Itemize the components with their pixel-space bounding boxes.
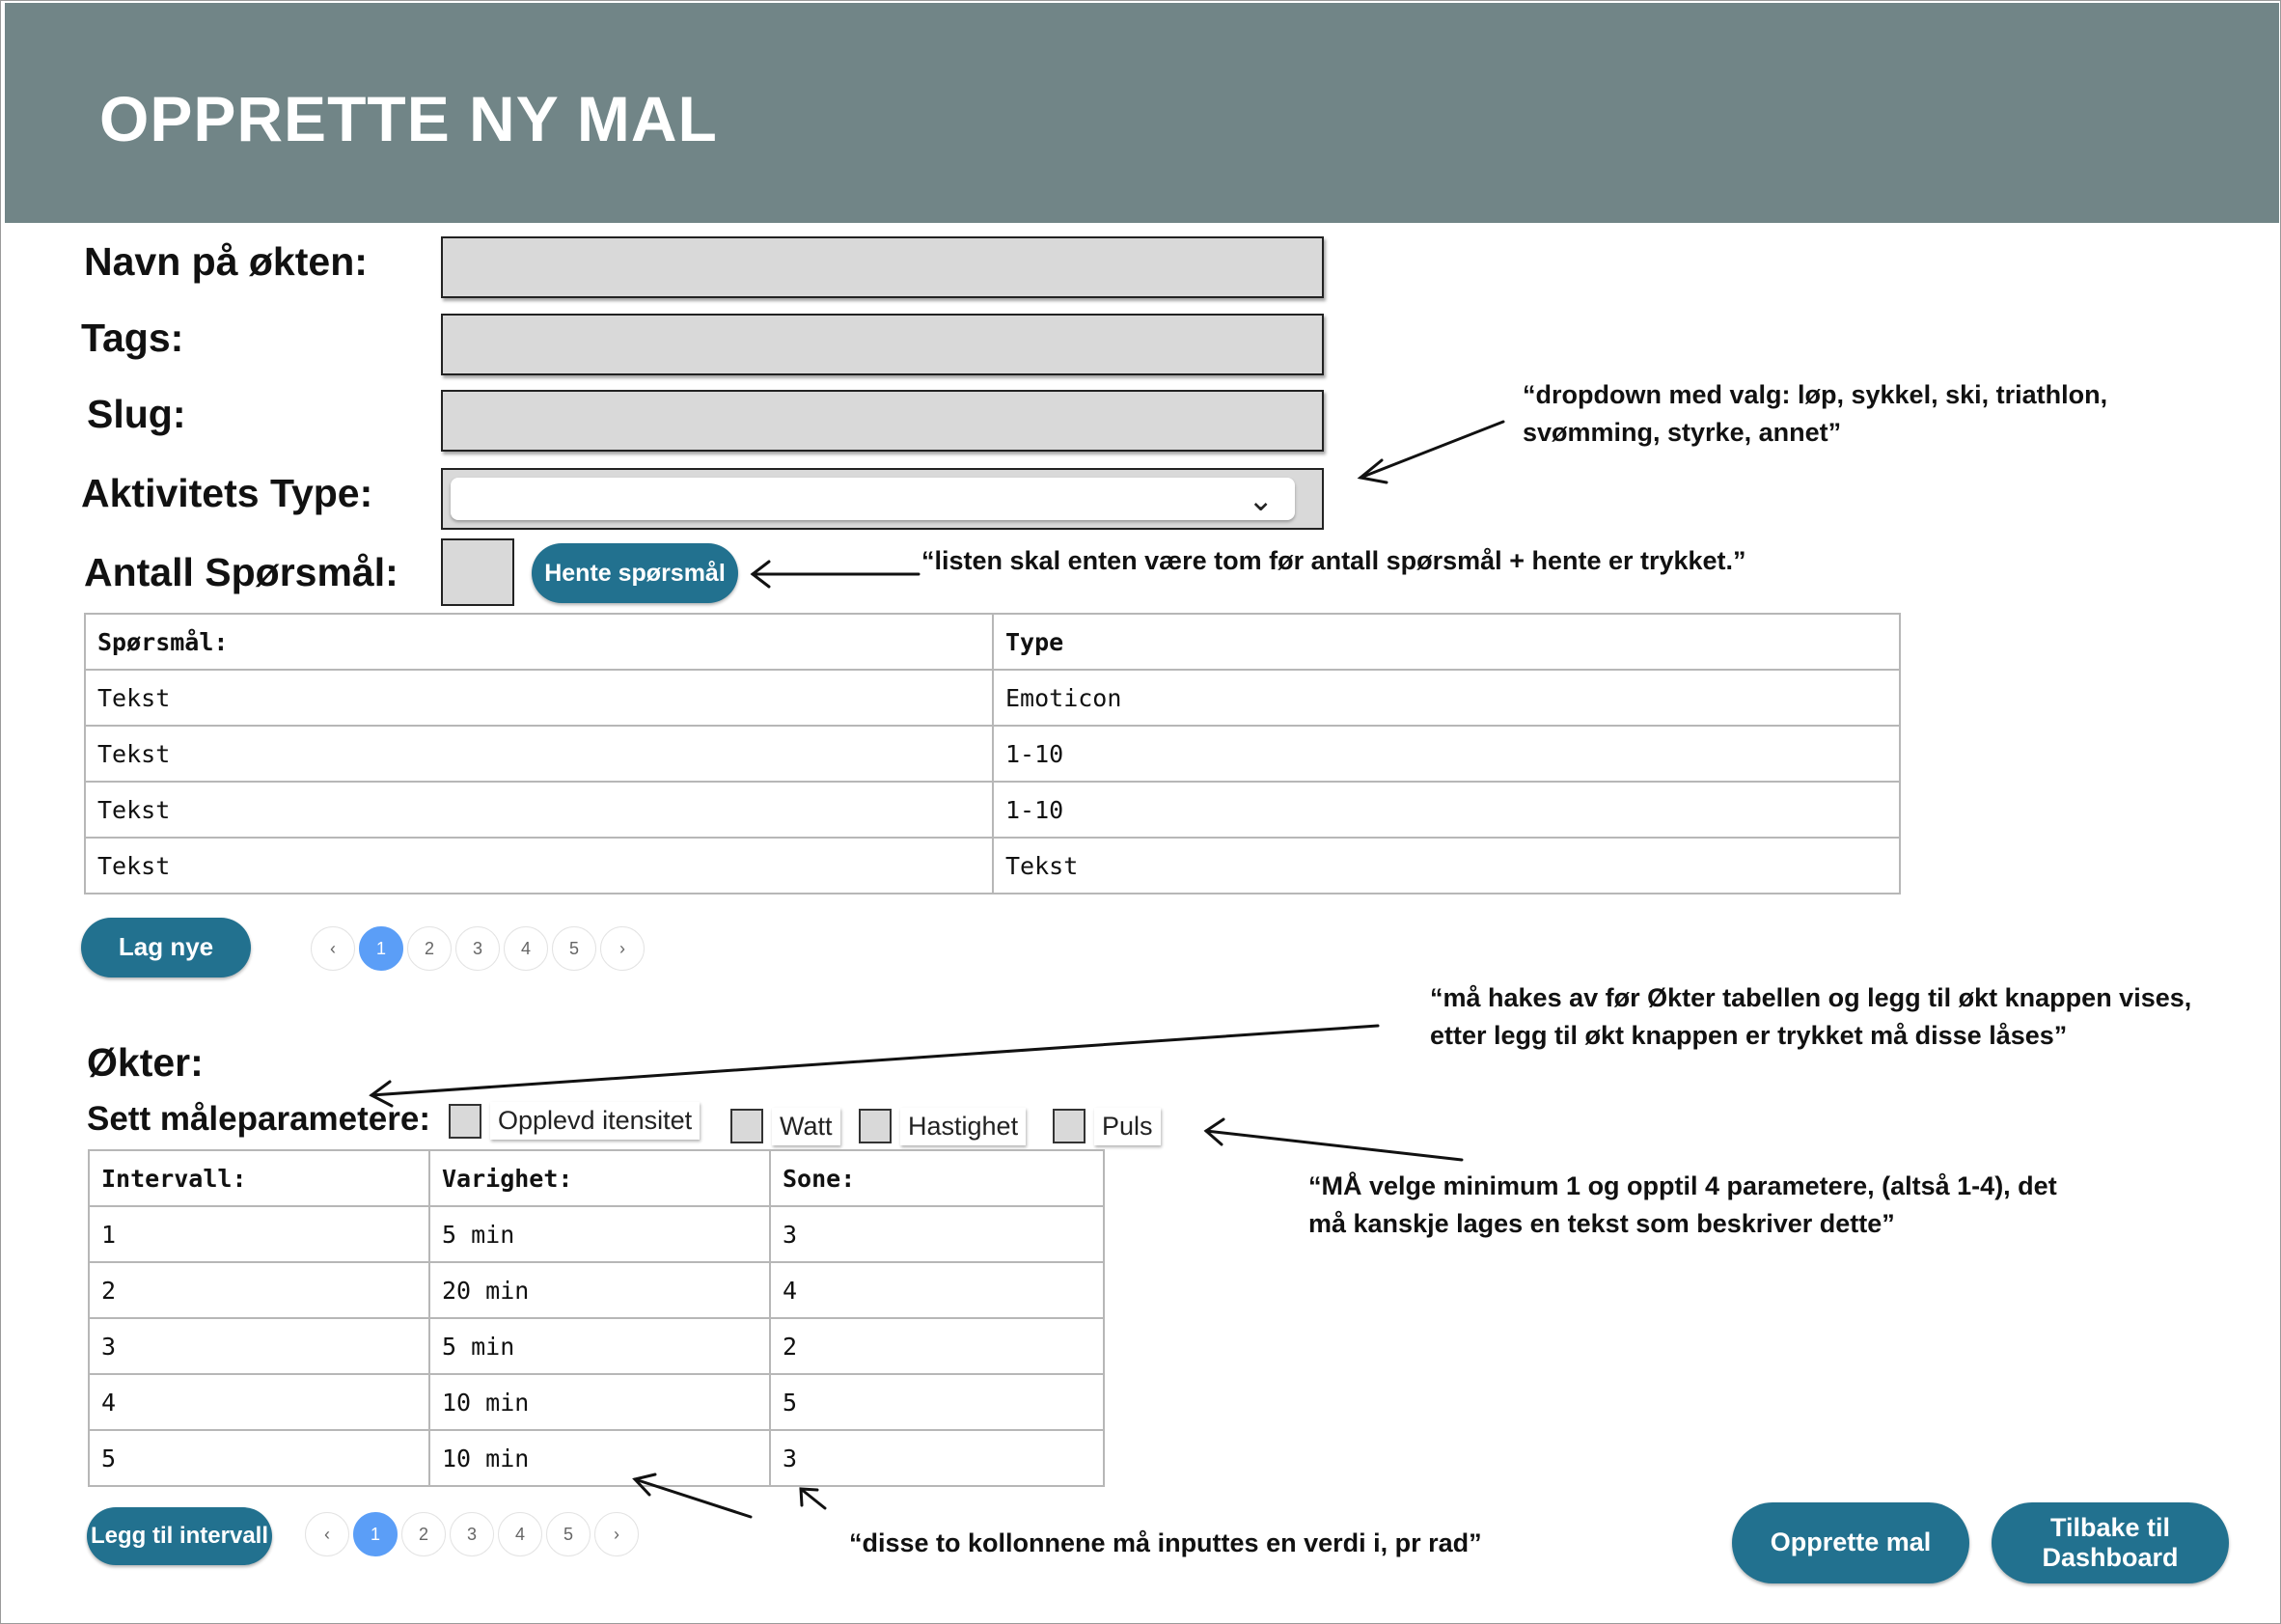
annotation-arrows bbox=[369, 420, 1505, 1519]
